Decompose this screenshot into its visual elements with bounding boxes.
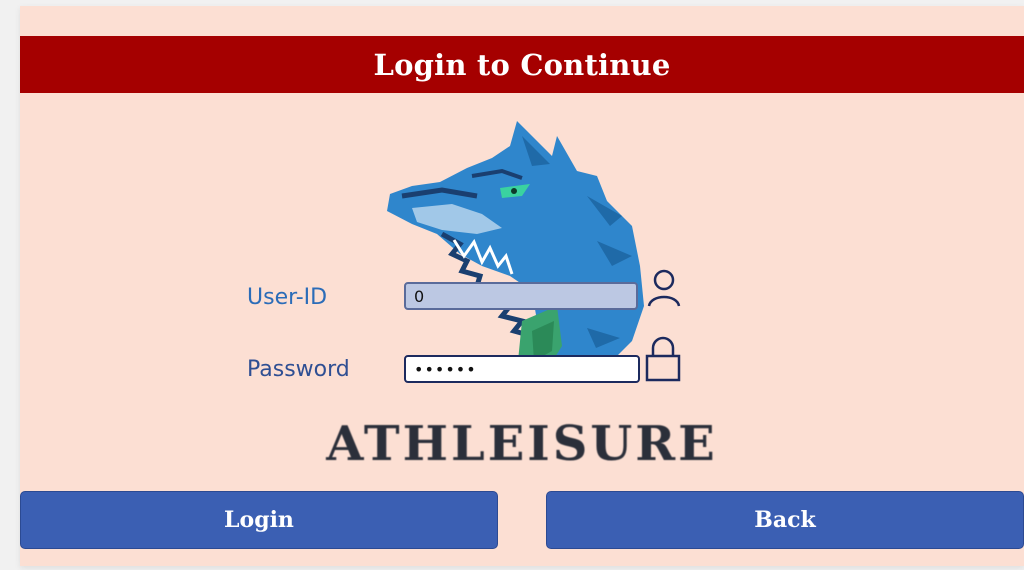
- brand-wordmark: ATHLEISURE: [326, 416, 718, 472]
- wolf-mascot-logo: [387, 121, 644, 378]
- lock-icon: [645, 336, 681, 382]
- header-bar: Login to Continue: [20, 36, 1024, 93]
- back-button[interactable]: Back: [546, 491, 1024, 549]
- user-id-input[interactable]: [404, 282, 638, 310]
- page-title: Login to Continue: [373, 47, 671, 82]
- user-icon: [647, 269, 681, 307]
- login-screen: Login to Continue User-ID Password ATHLE…: [20, 6, 1024, 566]
- user-id-label: User-ID: [247, 285, 328, 310]
- login-button[interactable]: Login: [20, 491, 498, 549]
- password-label: Password: [247, 357, 350, 382]
- password-input[interactable]: [404, 355, 640, 383]
